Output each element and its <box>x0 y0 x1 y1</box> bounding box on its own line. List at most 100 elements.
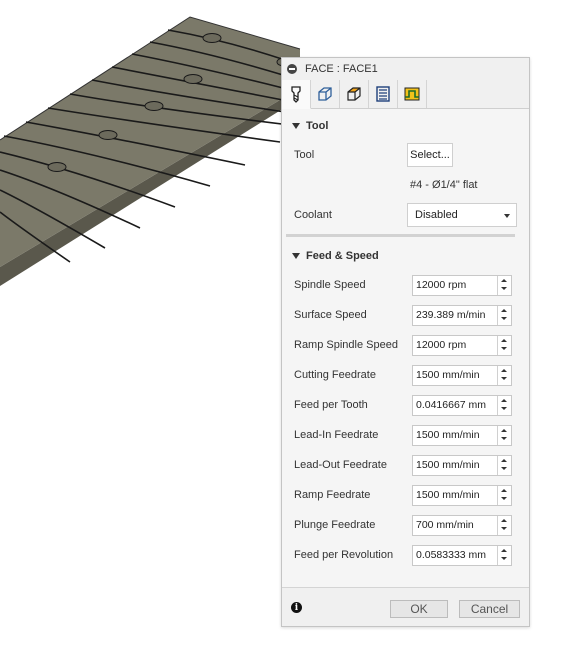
spinner-buttons <box>497 335 511 355</box>
tab-linking[interactable] <box>398 80 427 108</box>
spinner-buttons <box>497 275 511 295</box>
increment-arrow-icon[interactable] <box>498 516 511 526</box>
feed-speed-row: Lead-In Feedrate 1500 mm/min <box>282 422 529 448</box>
decrement-arrow-icon[interactable] <box>498 555 511 565</box>
feed-speed-value[interactable]: 1500 mm/min <box>413 426 497 445</box>
info-icon[interactable]: i <box>291 602 302 613</box>
spinner-buttons <box>497 395 511 415</box>
feed-speed-label: Lead-In Feedrate <box>294 429 379 441</box>
feed-speed-label: Ramp Spindle Speed <box>294 339 398 351</box>
coolant-label: Coolant <box>294 209 332 221</box>
feed-speed-label: Ramp Feedrate <box>294 489 371 501</box>
coolant-row: Coolant Disabled <box>282 202 529 228</box>
chevron-down-icon <box>504 214 510 218</box>
feed-speed-row: Surface Speed 239.389 m/min <box>282 302 529 328</box>
feed-speed-value[interactable]: 1500 mm/min <box>413 366 497 385</box>
increment-arrow-icon[interactable] <box>498 336 511 346</box>
feed-speed-row: Ramp Spindle Speed 12000 rpm <box>282 332 529 358</box>
tool-row: Tool Select... <box>282 142 529 168</box>
feed-speed-spinbox[interactable]: 1500 mm/min <box>412 364 512 386</box>
feed-speed-value[interactable]: 700 mm/min <box>413 516 497 535</box>
geometry-tab-icon <box>318 87 332 101</box>
collapse-triangle-icon <box>292 123 300 129</box>
feed-speed-spinbox[interactable]: 0.0583333 mm <box>412 544 512 566</box>
increment-arrow-icon[interactable] <box>498 456 511 466</box>
tool-name-row: #4 - Ø1/4" flat <box>282 172 529 198</box>
decrement-arrow-icon[interactable] <box>498 495 511 505</box>
feed-speed-spinbox[interactable]: 12000 rpm <box>412 334 512 356</box>
tool-section-header[interactable]: Tool <box>282 116 529 136</box>
slatted-panel-model[interactable] <box>0 16 301 286</box>
feed-speed-label: Feed per Tooth <box>294 399 368 411</box>
feed-speed-value[interactable]: 0.0583333 mm <box>413 546 497 565</box>
spinner-buttons <box>497 545 511 565</box>
feed-speed-label: Cutting Feedrate <box>294 369 376 381</box>
increment-arrow-icon[interactable] <box>498 426 511 436</box>
feed-speed-spinbox[interactable]: 1500 mm/min <box>412 424 512 446</box>
feed-speed-section-header[interactable]: Feed & Speed <box>282 246 529 266</box>
tool-tab-icon <box>291 86 301 103</box>
feed-speed-row: Spindle Speed 12000 rpm <box>282 272 529 298</box>
decrement-arrow-icon[interactable] <box>498 465 511 475</box>
ok-button[interactable]: OK <box>390 600 448 618</box>
spinner-buttons <box>497 455 511 475</box>
increment-arrow-icon[interactable] <box>498 396 511 406</box>
feed-speed-row: Feed per Revolution 0.0583333 mm <box>282 542 529 568</box>
tool-name: #4 - Ø1/4" flat <box>410 179 478 191</box>
select-tool-button[interactable]: Select... <box>407 143 453 167</box>
decrement-arrow-icon[interactable] <box>498 285 511 295</box>
cancel-button[interactable]: Cancel <box>459 600 520 618</box>
decrement-arrow-icon[interactable] <box>498 525 511 535</box>
feed-speed-spinbox[interactable]: 12000 rpm <box>412 274 512 296</box>
feed-speed-value[interactable]: 0.0416667 mm <box>413 396 497 415</box>
feed-speed-row: Lead-Out Feedrate 1500 mm/min <box>282 452 529 478</box>
feed-speed-label: Lead-Out Feedrate <box>294 459 387 471</box>
increment-arrow-icon[interactable] <box>498 306 511 316</box>
tool-section-title: Tool <box>306 120 329 132</box>
decrement-arrow-icon[interactable] <box>498 345 511 355</box>
coolant-select[interactable]: Disabled <box>407 203 517 227</box>
heights-tab-icon <box>347 87 361 101</box>
coolant-value: Disabled <box>415 209 458 221</box>
passes-tab-icon <box>376 86 390 102</box>
feed-speed-value[interactable]: 12000 rpm <box>413 276 497 295</box>
dialog-title: FACE : FACE1 <box>305 63 378 75</box>
tab-tool[interactable] <box>282 80 311 109</box>
close-icon[interactable] <box>287 64 297 74</box>
linking-tab-icon <box>404 87 420 101</box>
feed-speed-row: Plunge Feedrate 700 mm/min <box>282 512 529 538</box>
feed-speed-value[interactable]: 1500 mm/min <box>413 486 497 505</box>
feed-speed-spinbox[interactable]: 1500 mm/min <box>412 484 512 506</box>
feed-speed-spinbox[interactable]: 1500 mm/min <box>412 454 512 476</box>
feed-speed-spinbox[interactable]: 239.389 m/min <box>412 304 512 326</box>
feed-speed-label: Spindle Speed <box>294 279 366 291</box>
increment-arrow-icon[interactable] <box>498 366 511 376</box>
feed-speed-label: Feed per Revolution <box>294 549 394 561</box>
spinner-buttons <box>497 305 511 325</box>
increment-arrow-icon[interactable] <box>498 546 511 556</box>
increment-arrow-icon[interactable] <box>498 276 511 286</box>
feed-speed-spinbox[interactable]: 700 mm/min <box>412 514 512 536</box>
section-divider <box>286 234 515 237</box>
face-operation-dialog: FACE : FACE1 Tool Tool Select... #4 - Ø1… <box>281 57 530 627</box>
decrement-arrow-icon[interactable] <box>498 315 511 325</box>
feed-speed-value[interactable]: 12000 rpm <box>413 336 497 355</box>
feed-speed-spinbox[interactable]: 0.0416667 mm <box>412 394 512 416</box>
feed-speed-row: Feed per Tooth 0.0416667 mm <box>282 392 529 418</box>
decrement-arrow-icon[interactable] <box>498 435 511 445</box>
feed-speed-section-title: Feed & Speed <box>306 250 379 262</box>
tab-geometry[interactable] <box>311 80 340 108</box>
tab-passes[interactable] <box>369 80 398 108</box>
decrement-arrow-icon[interactable] <box>498 375 511 385</box>
collapse-triangle-icon <box>292 253 300 259</box>
spinner-buttons <box>497 485 511 505</box>
feed-speed-label: Surface Speed <box>294 309 367 321</box>
feed-speed-value[interactable]: 239.389 m/min <box>413 306 497 325</box>
decrement-arrow-icon[interactable] <box>498 405 511 415</box>
increment-arrow-icon[interactable] <box>498 486 511 496</box>
tab-heights[interactable] <box>340 80 369 108</box>
feed-speed-value[interactable]: 1500 mm/min <box>413 456 497 475</box>
feed-speed-row: Cutting Feedrate 1500 mm/min <box>282 362 529 388</box>
dialog-titlebar[interactable]: FACE : FACE1 <box>282 58 529 81</box>
tool-label: Tool <box>294 149 315 161</box>
